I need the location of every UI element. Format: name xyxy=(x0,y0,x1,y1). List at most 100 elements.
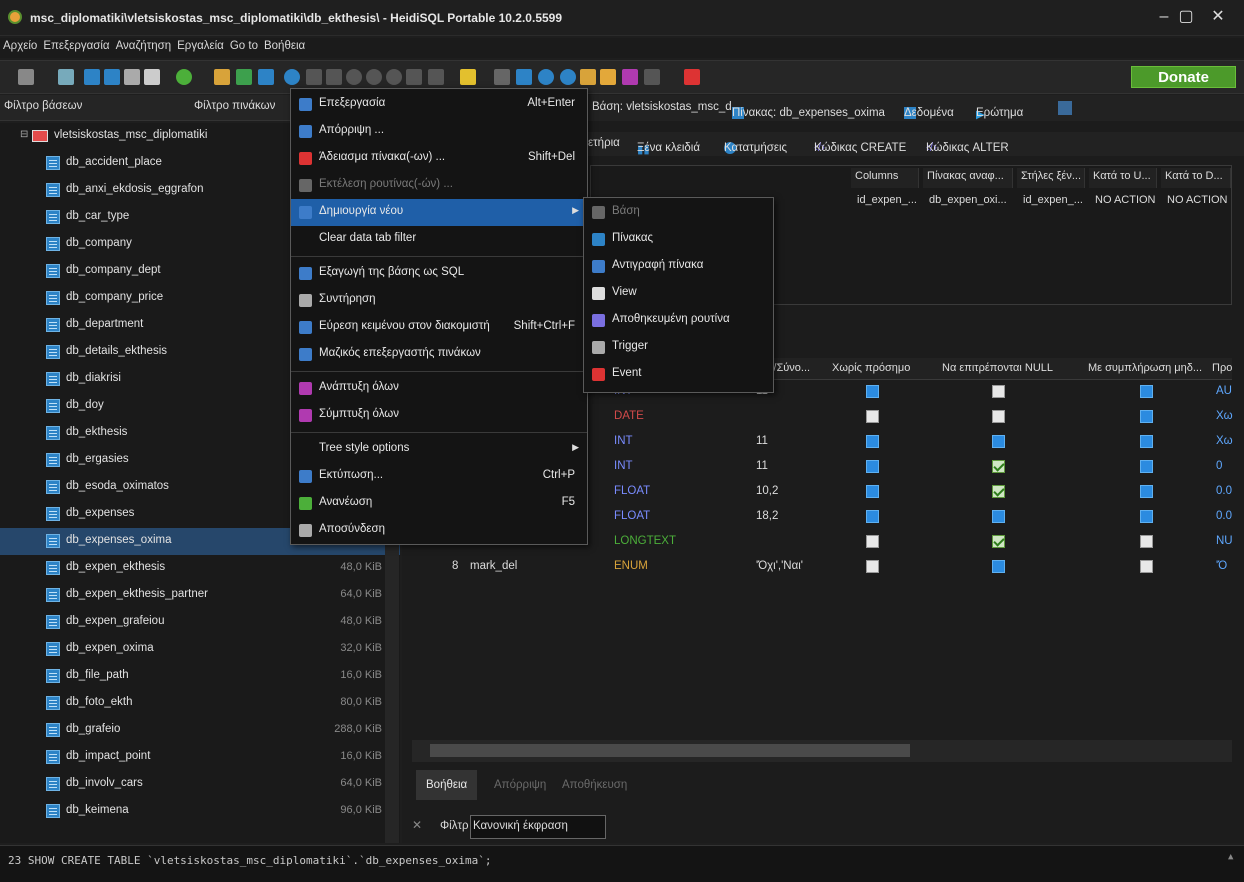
column-default[interactable]: NU xyxy=(1216,535,1233,547)
tree-scrollbar[interactable] xyxy=(385,523,399,843)
context-menu-item[interactable]: Συντήρηση xyxy=(291,287,587,314)
find-next-icon[interactable] xyxy=(560,69,576,85)
submenu-item[interactable]: Πίνακας xyxy=(584,226,773,253)
col-header[interactable]: Χωρίς πρόσημο xyxy=(832,362,910,374)
context-menu-item[interactable]: Απόρριψη ... xyxy=(291,118,587,145)
cancel-edit-icon[interactable] xyxy=(406,69,422,85)
column-default[interactable]: Χω xyxy=(1216,410,1233,422)
menu-tools[interactable]: Εργαλεία xyxy=(174,38,227,54)
list-icon[interactable] xyxy=(644,69,660,85)
tree-item-table[interactable]: db_expen_grafeiou 48,0 KiB xyxy=(0,609,400,636)
columns-hscrollbar[interactable] xyxy=(412,740,1232,762)
context-menu-item[interactable]: Εκτέλεση ρουτίνας(-ών) ... xyxy=(291,172,587,199)
regex-filter-input[interactable]: Κανονική έκφραση xyxy=(470,815,606,839)
scroll-thumb[interactable] xyxy=(430,744,910,757)
table-filter-input[interactable]: Φίλτρο πινάκων xyxy=(194,100,275,112)
column-length[interactable]: 'Όχι','Ναι' xyxy=(756,560,803,572)
context-menu-item[interactable]: Εύρεση κειμένου στον διακομιστή Shift+Ctr… xyxy=(291,314,587,341)
zerofill-checkbox[interactable] xyxy=(1140,385,1153,398)
post-record-icon[interactable] xyxy=(386,69,402,85)
print-icon[interactable] xyxy=(144,69,160,85)
fk-cell[interactable]: db_expen_oxi... xyxy=(925,192,1015,208)
allow-null-checkbox[interactable] xyxy=(992,485,1005,498)
last-record-icon[interactable] xyxy=(326,69,342,85)
column-length[interactable]: 11 xyxy=(756,435,768,447)
submenu-item[interactable]: View xyxy=(584,280,773,307)
allow-null-checkbox[interactable] xyxy=(992,410,1005,423)
fk-cell[interactable]: id_expen_... xyxy=(853,192,921,208)
column-number[interactable]: 8 xyxy=(452,560,458,572)
close-button[interactable]: ✕ xyxy=(1198,6,1238,30)
collapse-icon[interactable]: ⊟ xyxy=(20,129,28,140)
undo-icon[interactable] xyxy=(124,69,140,85)
run-icon[interactable] xyxy=(428,69,444,85)
unsigned-checkbox[interactable] xyxy=(866,410,879,423)
column-type[interactable]: DATE xyxy=(614,410,644,422)
paste-icon[interactable] xyxy=(104,69,120,85)
column-length[interactable]: 11 xyxy=(756,460,768,472)
fk-header[interactable]: Πίνακας αναφ... xyxy=(923,168,1013,188)
menu-edit[interactable]: Επεξεργασία xyxy=(40,38,112,54)
delete-record-icon[interactable] xyxy=(366,69,382,85)
fk-header[interactable]: Κατά το D... xyxy=(1161,168,1231,188)
context-menu-item[interactable]: Clear data tab filter xyxy=(291,226,587,253)
zerofill-checkbox[interactable] xyxy=(1140,410,1153,423)
column-type[interactable]: FLOAT xyxy=(614,510,650,522)
allow-null-checkbox[interactable] xyxy=(992,510,1005,523)
zerofill-checkbox[interactable] xyxy=(1140,560,1153,573)
fk-header[interactable]: Στήλες ξέν... xyxy=(1017,168,1085,188)
tree-item-table[interactable]: db_file_path 16,0 KiB xyxy=(0,663,400,690)
allow-null-checkbox[interactable] xyxy=(992,460,1005,473)
submenu-item[interactable]: Αποθηκευμένη ρουτίνα xyxy=(584,307,773,334)
tree-item-table[interactable]: db_expen_oxima 32,0 KiB xyxy=(0,636,400,663)
db-filter-input[interactable]: Φίλτρο βάσεων xyxy=(4,100,82,112)
disconnect-icon[interactable] xyxy=(58,69,74,85)
col-header[interactable]: Να επιτρέπονται NULL xyxy=(942,362,1053,374)
fk-cell[interactable]: NO ACTION xyxy=(1163,192,1231,208)
allow-null-checkbox[interactable] xyxy=(992,560,1005,573)
context-menu-item[interactable]: Εκτύπωση... Ctrl+P xyxy=(291,463,587,490)
format-icon[interactable] xyxy=(580,69,596,85)
context-menu-item[interactable]: Μαζικός επεξεργαστής πινάκων xyxy=(291,341,587,368)
copy-icon[interactable] xyxy=(84,69,100,85)
context-menu-item[interactable]: Άδειασμα πίνακα(-ων) ... Shift+Del xyxy=(291,145,587,172)
search-icon[interactable] xyxy=(538,69,554,85)
submenu-item[interactable]: Αντιγραφή πίνακα xyxy=(584,253,773,280)
discard-button[interactable]: Απόρριψη xyxy=(484,770,556,800)
context-menu-item[interactable]: Σύμπτυξη όλων xyxy=(291,402,587,429)
stop-icon[interactable] xyxy=(684,69,700,85)
allow-null-checkbox[interactable] xyxy=(992,385,1005,398)
menu-file[interactable]: Αρχείο xyxy=(0,38,40,54)
insert-record-icon[interactable] xyxy=(346,69,362,85)
submenu-item[interactable]: Βάση xyxy=(584,199,773,226)
tree-item-table[interactable]: db_grafeio 288,0 KiB xyxy=(0,717,400,744)
new-query-tab-icon[interactable] xyxy=(1058,101,1072,115)
refresh-icon[interactable] xyxy=(176,69,192,85)
fk-cell[interactable]: id_expen_... xyxy=(1019,192,1087,208)
column-default[interactable]: 'Ό xyxy=(1216,560,1227,572)
help-icon[interactable] xyxy=(284,69,300,85)
tree-item-table[interactable]: db_impact_point 16,0 KiB xyxy=(0,744,400,771)
tree-item-table[interactable]: db_expen_ekthesis_partner 64,0 KiB xyxy=(0,582,400,609)
context-menu-item[interactable]: Ανάπτυξη όλων xyxy=(291,375,587,402)
column-default[interactable]: 0 xyxy=(1216,460,1222,472)
unsigned-checkbox[interactable] xyxy=(866,435,879,448)
donate-button[interactable]: Donate xyxy=(1131,66,1236,88)
tree-item-table[interactable]: db_expen_ekthesis 48,0 KiB xyxy=(0,555,400,582)
tab-database[interactable]: Βάση: vletsiskostas_msc_d... xyxy=(592,101,741,113)
save-sql-icon[interactable] xyxy=(516,69,532,85)
column-length[interactable]: 10,2 xyxy=(756,485,778,497)
context-menu-item[interactable]: Ανανέωση F5 xyxy=(291,490,587,517)
column-default[interactable]: AU xyxy=(1216,385,1232,397)
column-row[interactable]: 8 mark_del ENUM 'Όχι','Ναι' 'Ό xyxy=(412,555,1232,580)
context-menu-item[interactable]: Tree style options ▶ xyxy=(291,436,587,463)
zerofill-checkbox[interactable] xyxy=(1140,510,1153,523)
fk-cell[interactable]: NO ACTION xyxy=(1091,192,1159,208)
import-icon[interactable] xyxy=(258,69,274,85)
unsigned-checkbox[interactable] xyxy=(866,510,879,523)
unsigned-checkbox[interactable] xyxy=(866,535,879,548)
allow-null-checkbox[interactable] xyxy=(992,535,1005,548)
unsigned-checkbox[interactable] xyxy=(866,460,879,473)
zerofill-checkbox[interactable] xyxy=(1140,485,1153,498)
column-length[interactable]: 18,2 xyxy=(756,510,778,522)
